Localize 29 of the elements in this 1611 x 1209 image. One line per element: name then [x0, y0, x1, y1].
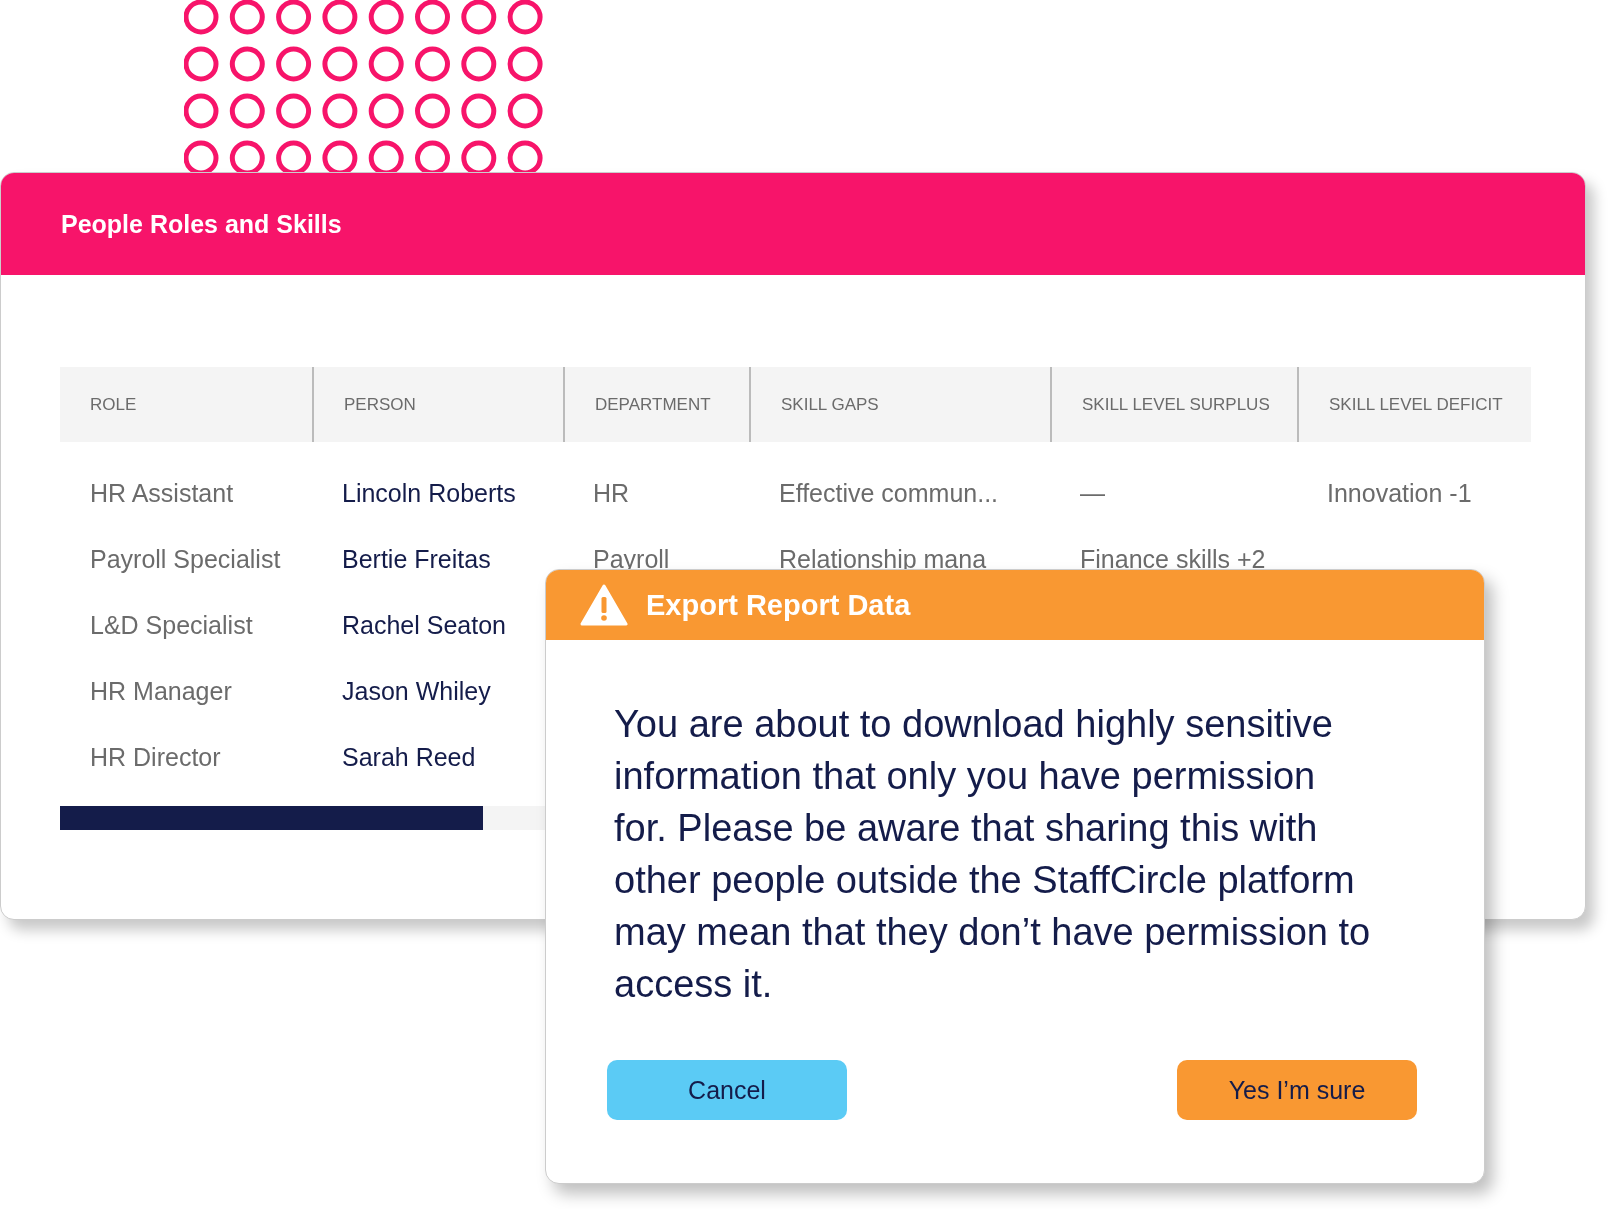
card-title: People Roles and Skills: [61, 209, 342, 239]
role-cell: Payroll Specialist: [90, 544, 281, 573]
dialog-message: You are about to download highly sensitive information that only you have permission for. Please be aware that sharing this with other people outside the StaffCircle platform may mean that they don’t have permission to access it.: [614, 702, 1372, 1007]
role-cell: HR Director: [90, 742, 221, 771]
skill-surplus-cell: Finance skills +2: [1080, 544, 1266, 573]
role-cell: HR Manager: [90, 676, 232, 705]
person-link[interactable]: Sarah Reed: [342, 742, 476, 771]
cancel-button[interactable]: Cancel: [607, 1060, 847, 1120]
column-header: DEPARTMENT: [595, 394, 711, 415]
column-header: SKILL LEVEL DEFICIT: [1329, 394, 1503, 415]
column-header: PERSON: [344, 394, 416, 415]
skill-deficit-cell: Innovation -1: [1327, 478, 1472, 507]
skill-surplus-cell: —: [1080, 478, 1105, 507]
role-cell: L&D Specialist: [90, 610, 253, 639]
warning-icon: [580, 584, 628, 626]
person-link[interactable]: Rachel Seaton: [342, 610, 506, 639]
department-cell: HR: [593, 478, 630, 507]
column-header: SKILL GAPS: [781, 394, 879, 415]
skill-gaps-cell: Relationship mana: [779, 544, 987, 573]
department-cell: Payroll: [593, 544, 670, 573]
column-header: ROLE: [90, 394, 137, 415]
dialog-title: Export Report Data: [646, 588, 911, 622]
column-header: SKILL LEVEL SURPLUS: [1082, 394, 1270, 415]
role-cell: HR Assistant: [90, 478, 234, 507]
skill-gaps-cell: Effective commun...: [779, 478, 999, 507]
person-link[interactable]: Lincoln Roberts: [342, 478, 516, 507]
confirm-button[interactable]: Yes I’m sure: [1177, 1060, 1417, 1120]
person-link[interactable]: Bertie Freitas: [342, 544, 491, 573]
person-link[interactable]: Jason Whiley: [342, 676, 491, 705]
